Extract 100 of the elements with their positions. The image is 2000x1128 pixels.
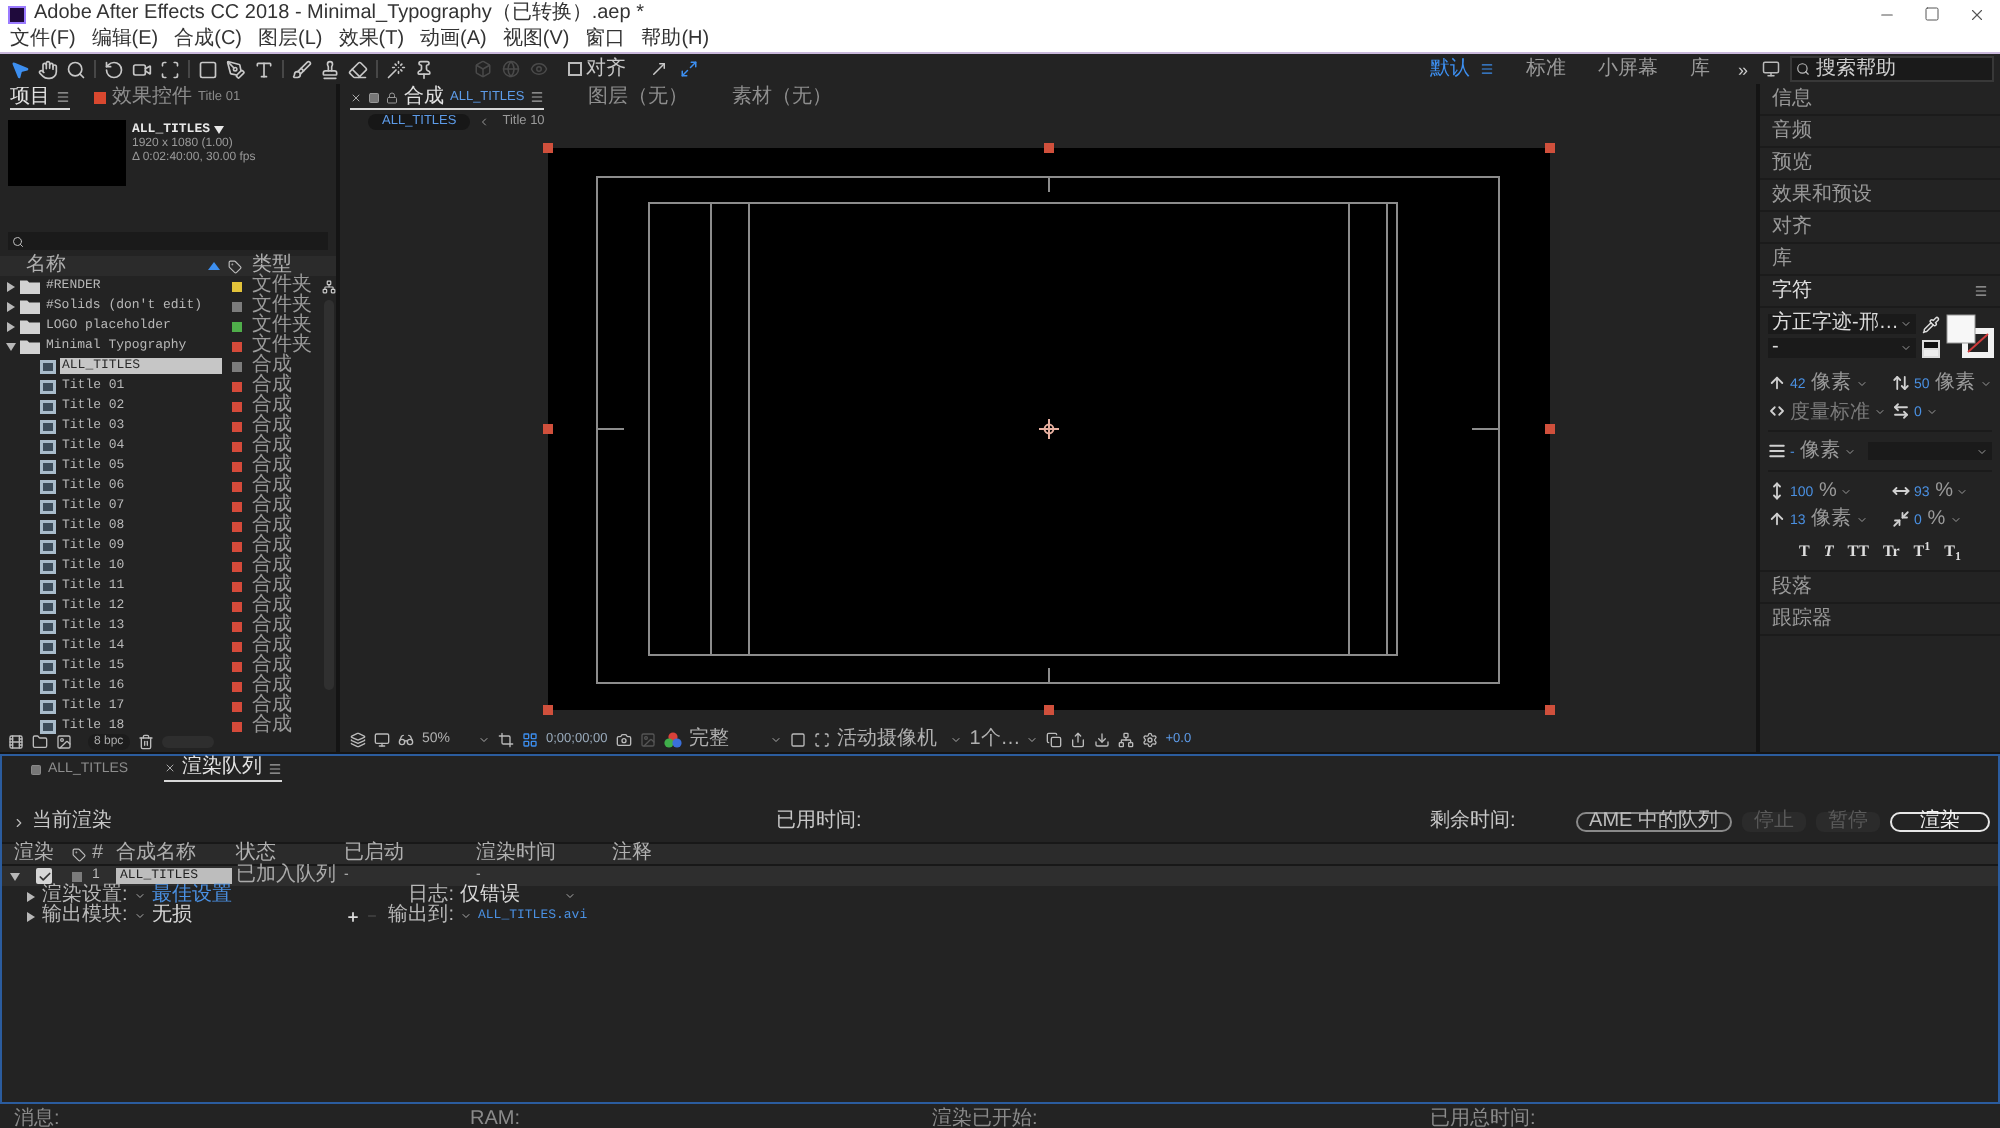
image-icon[interactable] — [56, 734, 72, 750]
menu-item[interactable]: 编辑(E) — [91, 28, 159, 52]
text-style-button[interactable]: T — [1823, 542, 1834, 562]
column-header[interactable]: 状态 — [236, 844, 276, 864]
label-color-icon[interactable] — [232, 541, 242, 551]
glasses-icon[interactable] — [398, 732, 414, 748]
triangle-right-icon[interactable] — [6, 281, 16, 291]
label-color-icon[interactable] — [232, 521, 242, 531]
font-style-dropdown[interactable]: - — [1768, 338, 1916, 358]
menu-icon[interactable] — [56, 90, 70, 104]
panel-header[interactable]: 段落 — [1760, 572, 2000, 604]
column-header[interactable]: # — [92, 844, 104, 864]
pen-icon[interactable] — [226, 59, 246, 79]
panel-header[interactable]: 对齐 — [1760, 212, 2000, 244]
menu-item[interactable]: 窗口 — [585, 28, 626, 52]
chevron-right-icon[interactable] — [12, 815, 26, 829]
square-icon[interactable] — [789, 732, 806, 748]
rotate-icon[interactable] — [104, 59, 124, 79]
label-color-icon[interactable] — [232, 461, 242, 471]
rgb-circles-icon[interactable] — [663, 732, 682, 748]
diagonal-arrow-icon[interactable] — [650, 60, 668, 78]
label-color-icon[interactable] — [232, 721, 242, 731]
transform-handle[interactable] — [1043, 705, 1053, 715]
copy-icon[interactable] — [1045, 732, 1062, 748]
close-icon[interactable] — [350, 91, 362, 103]
menu-item[interactable]: 动画(A) — [420, 28, 487, 52]
text-style-button[interactable]: Tr — [1882, 542, 1900, 562]
label-color-icon[interactable] — [232, 661, 242, 671]
output-module-link[interactable]: 无损 — [151, 906, 192, 926]
caret-icon[interactable] — [1956, 485, 1969, 497]
caret-icon[interactable] — [1979, 377, 1992, 389]
caret-icon[interactable] — [949, 734, 962, 746]
panel-header[interactable]: 信息 — [1760, 84, 2000, 116]
monitor-icon[interactable] — [374, 732, 390, 748]
panel-header[interactable]: 跟踪器 — [1760, 604, 2000, 636]
panel-tab[interactable]: 渲染队列 — [164, 757, 283, 781]
queue-button[interactable]: 渲染 — [1890, 812, 1990, 832]
triangle-right-icon[interactable] — [26, 891, 36, 901]
text-style-button[interactable]: T$^{1}$ — [1913, 542, 1931, 562]
label-square-icon[interactable] — [72, 871, 82, 881]
menu-icon[interactable] — [268, 761, 283, 775]
plus-icon[interactable] — [346, 909, 360, 923]
views-dropdown[interactable]: 1个… — [969, 730, 1038, 750]
menu-item[interactable]: 图层(L) — [258, 28, 323, 52]
caret-icon[interactable] — [460, 910, 472, 922]
menu-icon[interactable] — [530, 90, 545, 104]
eraser-icon[interactable] — [348, 59, 368, 79]
layers-icon[interactable] — [350, 732, 366, 748]
column-header[interactable]: 已启动 — [344, 844, 404, 864]
queue-button[interactable]: AME 中的队列 — [1575, 812, 1732, 832]
trash-icon[interactable] — [137, 734, 154, 750]
label-color-icon[interactable] — [232, 361, 242, 371]
workspace-tab[interactable]: 标准 — [1525, 59, 1566, 79]
column-header[interactable]: 类型 — [252, 256, 292, 276]
label-color-icon[interactable] — [232, 561, 242, 571]
caret-icon[interactable] — [478, 734, 490, 746]
menu-item[interactable]: 帮助(H) — [641, 28, 710, 52]
hand-icon[interactable] — [38, 59, 58, 79]
network-icon[interactable] — [1117, 732, 1134, 748]
caret-icon[interactable] — [1855, 377, 1868, 389]
resolution-dropdown[interactable]: 完整 — [689, 730, 782, 750]
brush-icon[interactable] — [292, 59, 312, 79]
panel-header[interactable]: 预览 — [1760, 148, 2000, 180]
transform-handle[interactable] — [1043, 143, 1053, 153]
monitor-icon[interactable] — [1762, 60, 1780, 78]
caret-icon[interactable] — [1844, 445, 1857, 457]
arrow-pointer-icon[interactable] — [10, 59, 30, 79]
triangle-down-icon[interactable] — [6, 341, 16, 351]
caret-icon[interactable] — [564, 890, 576, 902]
transform-handle[interactable] — [542, 424, 552, 434]
menu-item[interactable]: 效果(T) — [338, 28, 405, 52]
text-style-button[interactable]: T$_{1}$ — [1944, 542, 1961, 562]
workspace-tab[interactable]: 默认 — [1429, 59, 1470, 79]
column-header[interactable]: 合成名称 — [116, 844, 196, 864]
grid-icon[interactable] — [522, 732, 538, 748]
text-style-button[interactable]: T — [1799, 542, 1810, 562]
menu-item[interactable]: 视图(V) — [502, 28, 570, 52]
pin-icon[interactable] — [414, 59, 434, 79]
sort-arrow-icon[interactable] — [208, 262, 220, 270]
eyedropper-icon[interactable] — [1922, 316, 1940, 334]
column-header[interactable]: 渲染 — [14, 844, 54, 864]
log-dropdown[interactable]: 仅错误 — [460, 886, 576, 906]
help-search-field[interactable]: 搜索帮助 — [1790, 56, 1994, 82]
label-color-icon[interactable] — [232, 401, 242, 411]
share-icon[interactable] — [1069, 732, 1086, 748]
menu-icon[interactable] — [1479, 62, 1494, 76]
close-icon[interactable] — [164, 762, 177, 774]
transform-handle[interactable] — [1544, 143, 1554, 153]
label-color-icon[interactable] — [232, 321, 242, 331]
folder-icon[interactable] — [32, 734, 48, 750]
label-color-icon[interactable] — [232, 601, 242, 611]
column-header[interactable]: 名称 — [0, 256, 208, 276]
panel-header[interactable]: 字符 — [1760, 276, 2000, 308]
scroll-bar[interactable] — [323, 300, 333, 690]
label-color-icon[interactable] — [232, 481, 242, 491]
menu-item[interactable]: 合成(C) — [174, 28, 243, 52]
film-icon[interactable] — [8, 734, 24, 750]
panel-header[interactable]: 库 — [1760, 244, 2000, 276]
label-color-icon[interactable] — [232, 381, 242, 391]
stamp-icon[interactable] — [320, 59, 340, 79]
